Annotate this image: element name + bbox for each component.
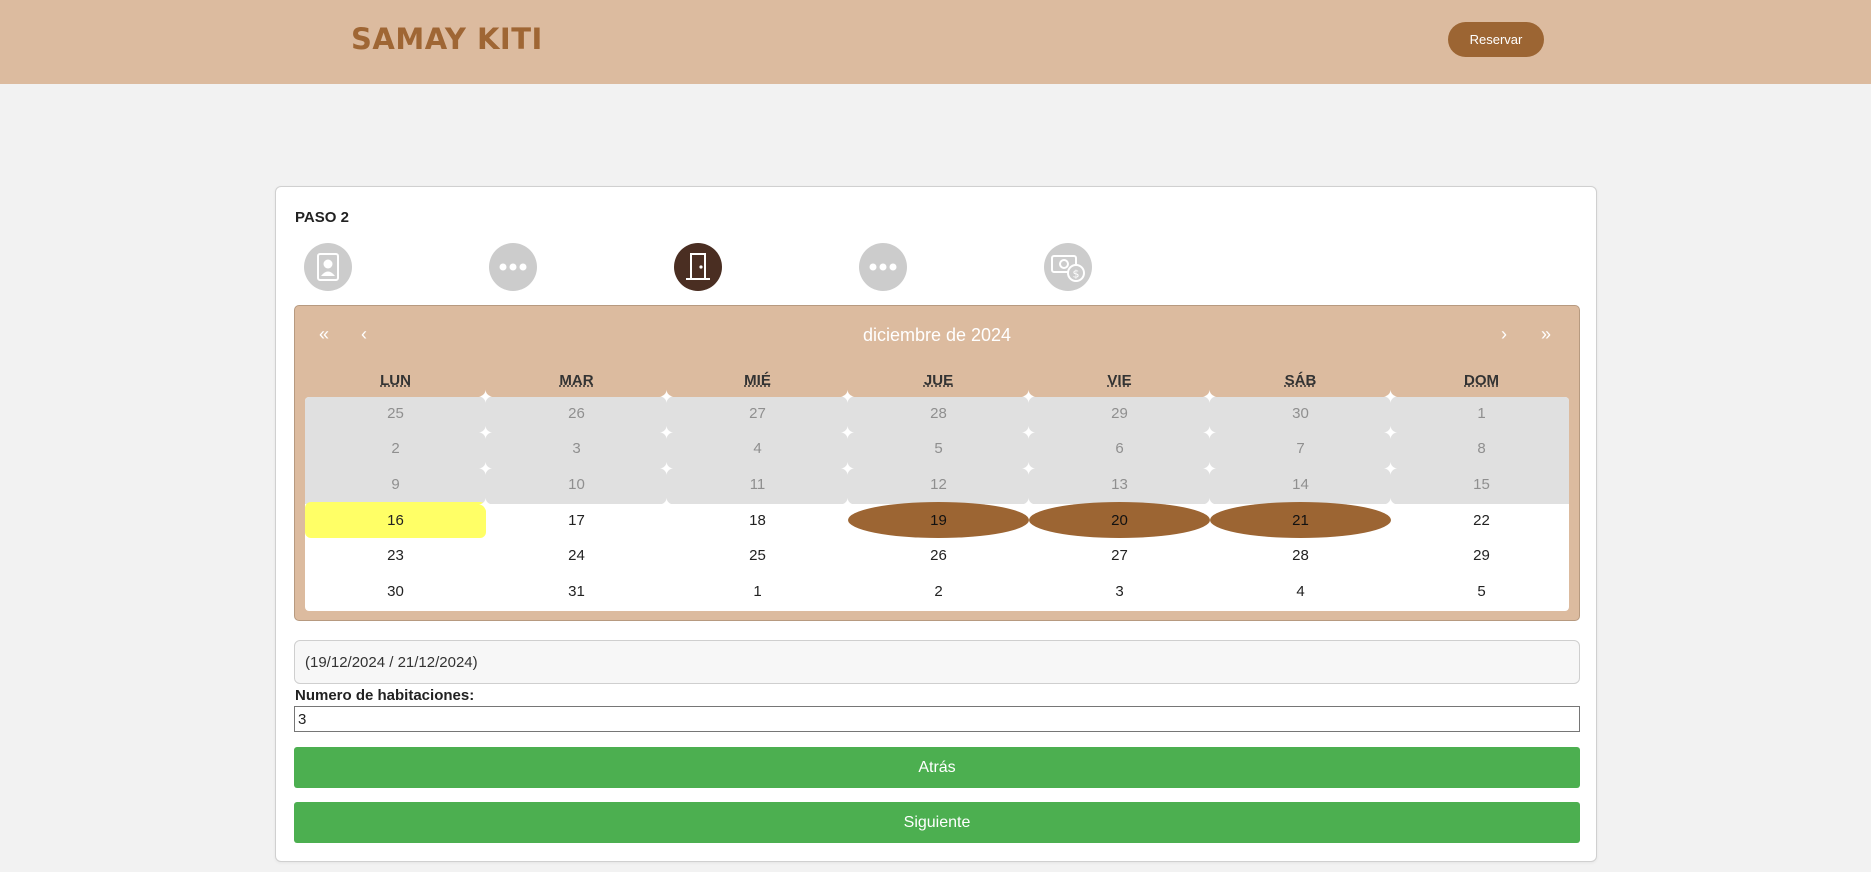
calendar-day[interactable]: 16	[305, 502, 486, 538]
calendar-day: 11	[749, 475, 766, 493]
decorative-sparkle-icon: ✦	[478, 423, 494, 443]
calendar-day: 29	[1111, 404, 1128, 422]
decorative-sparkle-icon: ✦	[1202, 459, 1218, 479]
calendar-day[interactable]: 27	[1029, 537, 1210, 573]
calendar-day: 13	[1111, 475, 1128, 493]
calendar-day[interactable]: 30	[305, 573, 486, 609]
calendar-day: 12	[930, 475, 947, 493]
calendar-day: 28	[930, 404, 947, 422]
calendar-day[interactable]: 23	[305, 537, 486, 573]
decorative-sparkle-icon: ✦	[840, 495, 856, 515]
decorative-sparkle-icon: ✦	[1021, 459, 1037, 479]
calendar-day[interactable]: 2	[848, 573, 1029, 609]
calendar-day[interactable]: 25	[667, 537, 848, 573]
decorative-sparkle-icon: ✦	[478, 495, 494, 515]
payment-icon: $	[1051, 255, 1085, 282]
top-navbar: SAMAY KITI Reservar	[0, 0, 1871, 84]
decorative-sparkle-icon: ✦	[1021, 423, 1037, 443]
more-dots-icon	[499, 263, 527, 271]
decorative-sparkle-icon: ✦	[1383, 459, 1399, 479]
calendar-day[interactable]: 24	[486, 537, 667, 573]
calendar-day[interactable]: 4	[1210, 573, 1391, 609]
decorative-sparkle-icon: ✦	[659, 387, 675, 407]
calendar-day: 27	[749, 404, 766, 422]
step-title: PASO 2	[295, 209, 349, 226]
calendar-day[interactable]: 18	[667, 502, 848, 538]
weekday-header: SÁB	[1284, 372, 1317, 389]
reserve-button[interactable]: Reservar	[1448, 22, 1544, 57]
calendar-day[interactable]: 3	[1029, 573, 1210, 609]
brand-logo[interactable]: SAMAY KITI	[351, 22, 543, 56]
decorative-sparkle-icon: ✦	[659, 495, 675, 515]
decorative-sparkle-icon: ✦	[1021, 387, 1037, 407]
decorative-sparkle-icon: ✦	[478, 459, 494, 479]
calendar-day[interactable]: 26	[848, 537, 1029, 573]
booking-card: PASO 2 $ « ‹ diciembre de 2024 › » LUN M…	[275, 186, 1597, 862]
decorative-sparkle-icon: ✦	[1383, 495, 1399, 515]
date-picker-calendar: « ‹ diciembre de 2024 › » LUN MAR MIÉ JUE VI…	[294, 305, 1580, 621]
calendar-day[interactable]: 22	[1391, 502, 1572, 538]
calendar-day[interactable]: 5	[1391, 573, 1572, 609]
calendar-days-grid: 25 26 27 28 29 30 1 2 3 4 5 6 7 8 9 10 11 12 13 14 15 16 17 18 1…	[305, 388, 1572, 611]
step-guest-card-icon[interactable]	[304, 243, 352, 291]
calendar-day: 14	[1292, 475, 1309, 493]
decorative-sparkle-icon: ✦	[1202, 495, 1218, 515]
calendar-day[interactable]: 20	[1029, 502, 1210, 538]
decorative-sparkle-icon: ✦	[1383, 387, 1399, 407]
calendar-day: 2	[391, 439, 400, 457]
calendar-month-title[interactable]: diciembre de 2024	[295, 325, 1579, 346]
svg-text:$: $	[1073, 268, 1080, 281]
next-button[interactable]: Siguiente	[294, 802, 1580, 843]
rooms-label: Numero de habitaciones:	[295, 687, 475, 704]
rooms-input[interactable]	[294, 706, 1580, 732]
calendar-day: 10	[568, 475, 585, 493]
back-button[interactable]: Atrás	[294, 747, 1580, 788]
decorative-sparkle-icon: ✦	[1202, 387, 1218, 407]
calendar-day[interactable]: 31	[486, 573, 667, 609]
calendar-day: 6	[1115, 439, 1124, 457]
calendar-day[interactable]: 29	[1391, 537, 1572, 573]
decorative-sparkle-icon: ✦	[1021, 495, 1037, 515]
calendar-day[interactable]: 17	[486, 502, 667, 538]
calendar-day: 26	[568, 404, 585, 422]
calendar-day: 5	[934, 439, 943, 457]
calendar-day: 1	[1477, 404, 1486, 422]
calendar-day[interactable]: 19	[848, 502, 1029, 538]
door-icon	[686, 253, 710, 280]
next-year-button[interactable]: »	[1541, 324, 1551, 345]
decorative-sparkle-icon: ✦	[1202, 423, 1218, 443]
weekday-header: LUN	[380, 372, 411, 389]
step-more-icon-2[interactable]	[859, 243, 907, 291]
calendar-day[interactable]: 21	[1210, 502, 1391, 538]
decorative-sparkle-icon: ✦	[659, 423, 675, 443]
calendar-day: 15	[1473, 475, 1490, 493]
step-payment-icon[interactable]: $	[1044, 243, 1092, 291]
decorative-sparkle-icon: ✦	[659, 459, 675, 479]
calendar-day: 9	[391, 475, 400, 493]
calendar-day: 7	[1296, 439, 1305, 457]
calendar-day: 8	[1477, 439, 1486, 457]
more-dots-icon	[869, 263, 897, 271]
weekday-header: JUE	[923, 372, 954, 389]
guest-card-icon	[317, 253, 339, 281]
calendar-day: 3	[572, 439, 581, 457]
decorative-sparkle-icon: ✦	[840, 423, 856, 443]
weekday-header: MIÉ	[744, 372, 771, 389]
decorative-sparkle-icon: ✦	[840, 387, 856, 407]
step-more-icon-1[interactable]	[489, 243, 537, 291]
decorative-sparkle-icon: ✦	[840, 459, 856, 479]
calendar-day[interactable]: 28	[1210, 537, 1391, 573]
calendar-day: 4	[753, 439, 762, 457]
decorative-sparkle-icon: ✦	[1383, 423, 1399, 443]
calendar-day: 25	[387, 404, 404, 422]
selected-date-range-field[interactable]: (19/12/2024 / 21/12/2024)	[294, 640, 1580, 684]
weekday-header: MAR	[559, 372, 594, 389]
weekday-header: VIE	[1107, 372, 1132, 389]
step-room-door-icon[interactable]	[674, 243, 722, 291]
next-month-button[interactable]: ›	[1501, 324, 1507, 345]
calendar-day: 30	[1292, 404, 1309, 422]
weekday-header: DOM	[1464, 372, 1499, 389]
decorative-sparkle-icon: ✦	[478, 387, 494, 407]
calendar-day[interactable]: 1	[667, 573, 848, 609]
